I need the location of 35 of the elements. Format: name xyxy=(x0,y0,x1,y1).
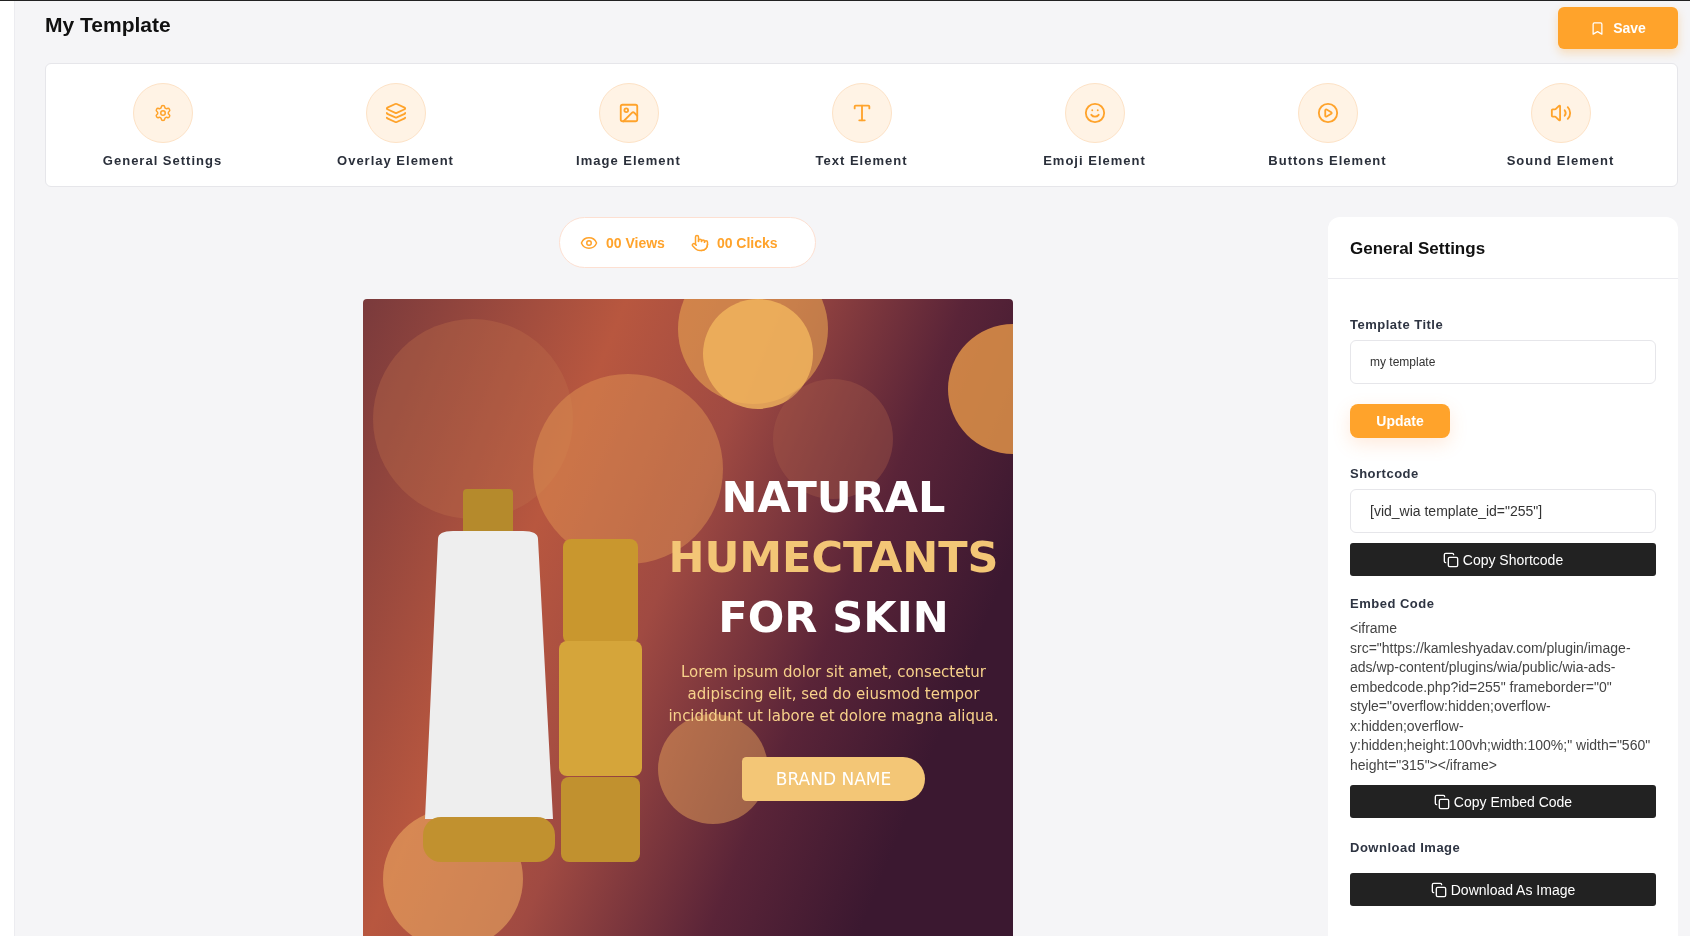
settings-icon xyxy=(153,103,172,122)
toolbar-item[interactable]: Buttons Element xyxy=(1211,64,1444,186)
ad-headline: NATURAL xyxy=(721,471,946,524)
layers-icon xyxy=(384,101,407,124)
ad-headline: FOR SKIN xyxy=(718,591,949,644)
ad-headline: HUMECTANTS xyxy=(668,531,999,584)
play-icon xyxy=(1316,101,1339,124)
pointer-hand-icon xyxy=(690,233,709,252)
copy-embed-button[interactable]: Copy Embed Code xyxy=(1350,785,1656,818)
toolbar-item[interactable]: Emoji Element xyxy=(978,64,1211,186)
copy-icon xyxy=(1442,551,1459,568)
image-icon xyxy=(617,101,640,124)
template-title-field[interactable]: my template xyxy=(1350,340,1656,384)
ad-body-text: Lorem ipsum dolor sit amet, consectetur adipiscing elit, sed do eiusmod tempor incididunt ut labore et dolore magna aliqua. xyxy=(667,662,1000,727)
smiley-icon xyxy=(1083,101,1106,124)
stat-text: 00 Clicks xyxy=(716,234,778,251)
toolbar-item[interactable]: General Settings xyxy=(46,64,279,186)
field-label: Embed Code xyxy=(1350,596,1436,611)
field-label: Download Image xyxy=(1350,840,1462,855)
field-label: Template Title xyxy=(1350,317,1445,332)
page-title: My Template xyxy=(45,13,171,37)
download-image-button[interactable]: Download As Image xyxy=(1350,873,1656,906)
copy-shortcode-button[interactable]: Copy Shortcode xyxy=(1350,543,1656,576)
copy-icon xyxy=(1433,793,1450,810)
embed-code-text: <iframe src="https://kamleshyadav.com/plugin/image-ads/wp-content/plugins/wia/public/wia-ads-embedcode.php?id=255" frameborder="0" style="overflow:hidden;overflow-x:hidden;overflow-y:hidden;height:100vh;width:100%;" width="560" height="315"></iframe> xyxy=(1350,619,1652,775)
shortcode-field[interactable]: [vid_wia template_id="255"] xyxy=(1350,489,1656,533)
bookmark-icon xyxy=(1590,20,1606,36)
toolbar-item[interactable]: Text Element xyxy=(745,64,978,186)
toolbar-item[interactable]: Image Element xyxy=(512,64,745,186)
field-label: Shortcode xyxy=(1350,466,1420,481)
stat-text: 00 Views xyxy=(606,234,665,251)
toolbar-item[interactable]: Overlay Element xyxy=(279,64,512,186)
toolbar-item[interactable]: Sound Element xyxy=(1444,64,1677,186)
copy-icon xyxy=(1430,881,1447,898)
panel-title: General Settings xyxy=(1328,217,1678,279)
